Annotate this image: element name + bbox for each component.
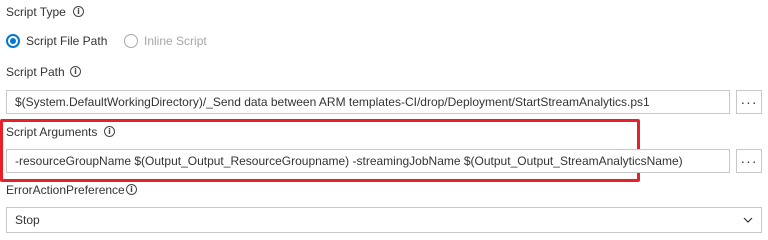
script-path-browse-button[interactable]: ··· (736, 90, 762, 114)
error-action-selected-value: Stop (15, 213, 40, 227)
script-path-input[interactable]: $(System.DefaultWorkingDirectory)/_Send … (6, 90, 730, 114)
radio-unselected-icon[interactable] (124, 34, 138, 48)
script-path-label: Script Path (6, 65, 65, 79)
error-action-label: ErrorActionPreference (6, 183, 125, 197)
error-action-select[interactable]: Stop (6, 207, 762, 233)
script-arguments-label: Script Arguments (6, 125, 98, 139)
radio-label-inline-script: Inline Script (144, 34, 207, 48)
info-icon[interactable]: i (73, 6, 84, 17)
info-icon[interactable]: i (126, 184, 137, 195)
radio-selected-icon[interactable] (6, 34, 20, 48)
radio-inline-script[interactable]: Inline Script (124, 33, 207, 49)
info-icon[interactable]: i (104, 126, 115, 137)
radio-script-file-path[interactable]: Script File Path (6, 33, 107, 49)
info-icon[interactable]: i (70, 66, 81, 77)
radio-label-script-file-path: Script File Path (26, 34, 108, 48)
script-arguments-input[interactable]: -resourceGroupName $(Output_Output_Resou… (6, 149, 730, 173)
script-arguments-browse-button[interactable]: ··· (736, 149, 762, 173)
chevron-down-icon (743, 217, 753, 223)
script-type-label: Script Type (6, 5, 66, 19)
